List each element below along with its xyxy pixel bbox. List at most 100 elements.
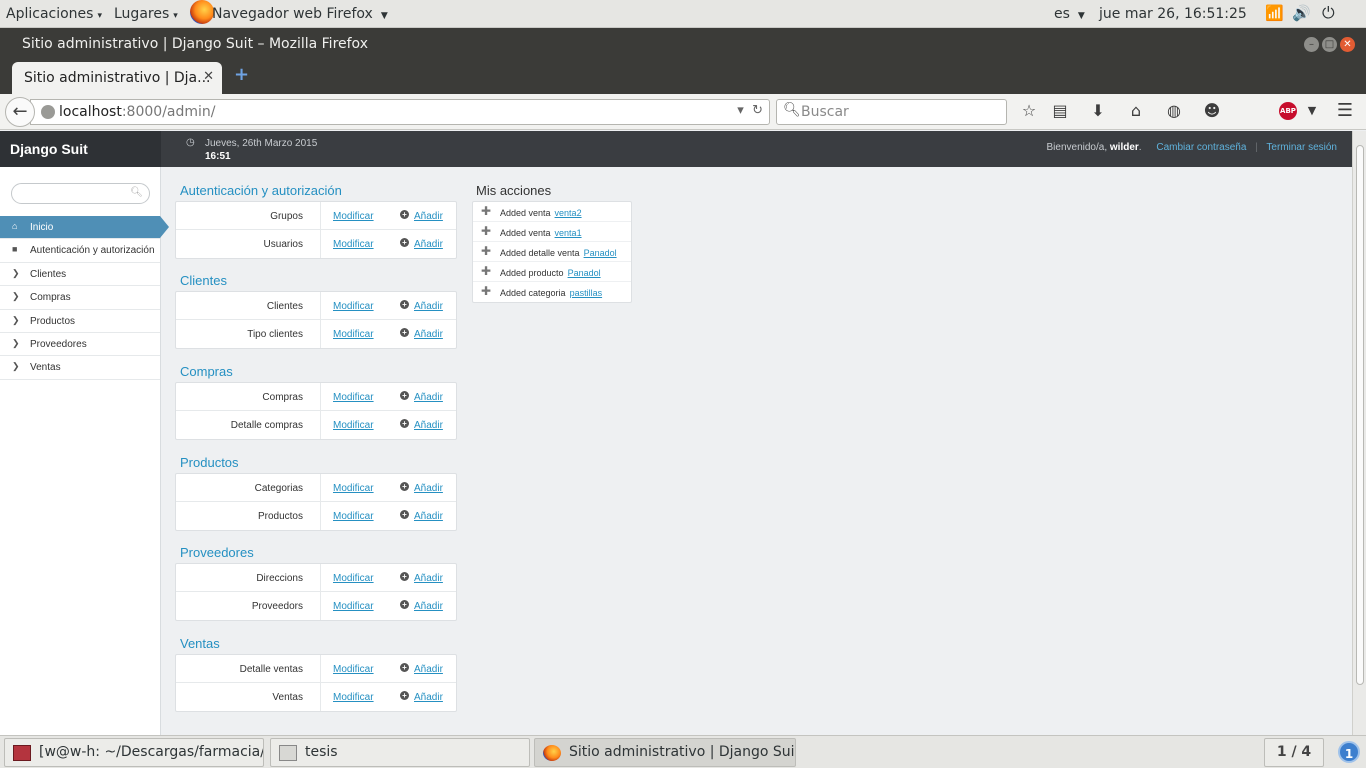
module-title[interactable]: Clientes	[180, 273, 227, 288]
sidebar-item-clientes[interactable]: ❯ Clientes	[0, 263, 160, 287]
change-link[interactable]: Modificar	[333, 601, 374, 612]
applications-menu[interactable]: Aplicaciones ▾	[6, 6, 102, 22]
add-link[interactable]: Añadir	[414, 420, 443, 431]
volume-icon[interactable]: 🔊	[1292, 4, 1311, 22]
change-link[interactable]: Modificar	[333, 692, 374, 703]
sidebar-item-proveedores[interactable]: ❯ Proveedores	[0, 333, 160, 357]
change-link[interactable]: Modificar	[333, 573, 374, 584]
places-menu[interactable]: Lugares ▾	[114, 6, 178, 22]
change-link[interactable]: Modificar	[333, 329, 374, 340]
table-row: Ventas Modificar + Añadir	[176, 683, 456, 711]
add-link[interactable]: Añadir	[414, 511, 443, 522]
bookmark-star-icon[interactable]: ☆	[1019, 101, 1039, 121]
hamburger-menu-icon[interactable]: ☰	[1335, 101, 1355, 121]
sidebar-item-productos[interactable]: ❯ Productos	[0, 310, 160, 333]
list-item: ✚ Added detalle venta Panadol	[473, 242, 631, 262]
chevron-down-icon[interactable]: ▼	[1302, 101, 1322, 121]
add-link[interactable]: Añadir	[414, 692, 443, 703]
close-window-button[interactable]: ✕	[1340, 37, 1355, 52]
module-title[interactable]: Autenticación y autorización	[180, 183, 342, 198]
notification-badge[interactable]: 1	[1338, 741, 1360, 763]
new-tab-button[interactable]: +	[234, 64, 249, 85]
clock[interactable]: jue mar 26, 16:51:25	[1099, 6, 1247, 22]
brand[interactable]: Django Suit	[0, 131, 161, 167]
downloads-icon[interactable]: ⬇	[1088, 101, 1108, 121]
module-title[interactable]: Compras	[180, 364, 233, 379]
maximize-button[interactable]: □	[1322, 37, 1337, 52]
sidebar-menu: ⌂ Inicio ■ Autenticación y autorización …	[0, 216, 169, 380]
terminal-icon	[13, 745, 31, 761]
tab-admin[interactable]: Sitio administrativo | Dja... ✕	[12, 62, 222, 94]
search-icon: 🔍︎	[783, 102, 801, 118]
module-title[interactable]: Proveedores	[180, 545, 254, 560]
change-link[interactable]: Modificar	[333, 511, 374, 522]
chevron-right-icon: ❯	[12, 337, 20, 348]
chevron-right-icon: ❯	[12, 267, 20, 278]
task-firefox[interactable]: Sitio administrativo | Django Suit ...	[534, 738, 796, 767]
change-link[interactable]: Modificar	[333, 239, 374, 250]
sidebar-item-inicio[interactable]: ⌂ Inicio	[0, 216, 169, 240]
tab-strip: Sitio administrativo | Dja... ✕	[0, 60, 1366, 94]
add-link[interactable]: Añadir	[414, 573, 443, 584]
change-link[interactable]: Modificar	[333, 483, 374, 494]
home-icon[interactable]: ⌂	[1126, 101, 1146, 121]
task-tesis[interactable]: tesis	[270, 738, 530, 767]
module-title[interactable]: Productos	[180, 455, 239, 470]
add-link[interactable]: Añadir	[414, 301, 443, 312]
action-object-link[interactable]: Panadol	[584, 248, 617, 258]
scrollbar-thumb[interactable]	[1356, 145, 1364, 685]
table-row: Usuarios Modificar + Añadir	[176, 230, 456, 258]
add-link[interactable]: Añadir	[414, 239, 443, 250]
add-link[interactable]: Añadir	[414, 483, 443, 494]
back-button[interactable]: ←	[5, 97, 35, 127]
plus-circle-icon: +	[400, 300, 409, 309]
adblock-icon[interactable]: ABP	[1279, 102, 1297, 120]
chat-icon[interactable]: ☻	[1202, 101, 1222, 121]
search-bar[interactable]: 🔍︎ Buscar	[776, 99, 1007, 125]
url-bar[interactable]: localhost:8000/admin/ ▾ ↻	[30, 99, 770, 125]
change-password-link[interactable]: Cambiar contraseña	[1156, 142, 1246, 153]
bookmarks-menu-icon[interactable]: ▤	[1050, 101, 1070, 121]
add-link[interactable]: Añadir	[414, 329, 443, 340]
action-object-link[interactable]: Panadol	[568, 268, 601, 278]
sidebar-search-input[interactable]: 🔍︎	[11, 183, 150, 204]
table-row: Categorias Modificar + Añadir	[176, 474, 456, 502]
action-object-link[interactable]: venta2	[555, 208, 582, 218]
workspace-switcher[interactable]: 1 / 4	[1264, 738, 1324, 767]
plus-circle-icon: +	[400, 663, 409, 672]
change-link[interactable]: Modificar	[333, 211, 374, 222]
wifi-icon[interactable]: 📶	[1265, 4, 1284, 22]
add-link[interactable]: Añadir	[414, 392, 443, 403]
chevron-down-icon: ▼	[380, 11, 388, 21]
page-scrollbar[interactable]	[1352, 131, 1366, 735]
active-app-menu[interactable]: Navegador web Firefox ▼	[212, 6, 388, 22]
change-link[interactable]: Modificar	[333, 392, 374, 403]
task-terminal[interactable]: [w@w-h: ~/Descargas/farmacia/fa...	[4, 738, 264, 767]
add-link[interactable]: Añadir	[414, 601, 443, 612]
add-link[interactable]: Añadir	[414, 211, 443, 222]
minimize-button[interactable]: –	[1304, 37, 1319, 52]
sidebar-item-ventas[interactable]: ❯ Ventas	[0, 356, 160, 380]
add-link[interactable]: Añadir	[414, 664, 443, 675]
change-link[interactable]: Modificar	[333, 664, 374, 675]
close-tab-icon[interactable]: ✕	[203, 69, 214, 84]
power-icon[interactable]: ⏻	[1322, 3, 1335, 23]
plus-circle-icon: +	[400, 328, 409, 337]
logout-link[interactable]: Terminar sesión	[1266, 142, 1337, 153]
url-text[interactable]: localhost:8000/admin/	[59, 104, 216, 120]
home-icon: ⌂	[12, 221, 18, 231]
reload-icon[interactable]: ↻	[752, 103, 763, 118]
web-globe-icon[interactable]: ◍	[1164, 101, 1184, 121]
chevron-down-icon: ▾	[97, 11, 102, 21]
action-object-link[interactable]: venta1	[555, 228, 582, 238]
module-title[interactable]: Ventas	[180, 636, 220, 651]
history-dropdown-icon[interactable]: ▾	[737, 103, 744, 118]
change-link[interactable]: Modificar	[333, 301, 374, 312]
table-row: Compras Modificar + Añadir	[176, 383, 456, 411]
header-date: Jueves, 26th Marzo 2015	[205, 138, 318, 149]
language-selector[interactable]: es ▼	[1054, 6, 1085, 22]
action-object-link[interactable]: pastillas	[570, 288, 603, 298]
sidebar-item-auth[interactable]: ■ Autenticación y autorización	[0, 239, 160, 263]
sidebar-item-compras[interactable]: ❯ Compras	[0, 286, 160, 310]
change-link[interactable]: Modificar	[333, 420, 374, 431]
